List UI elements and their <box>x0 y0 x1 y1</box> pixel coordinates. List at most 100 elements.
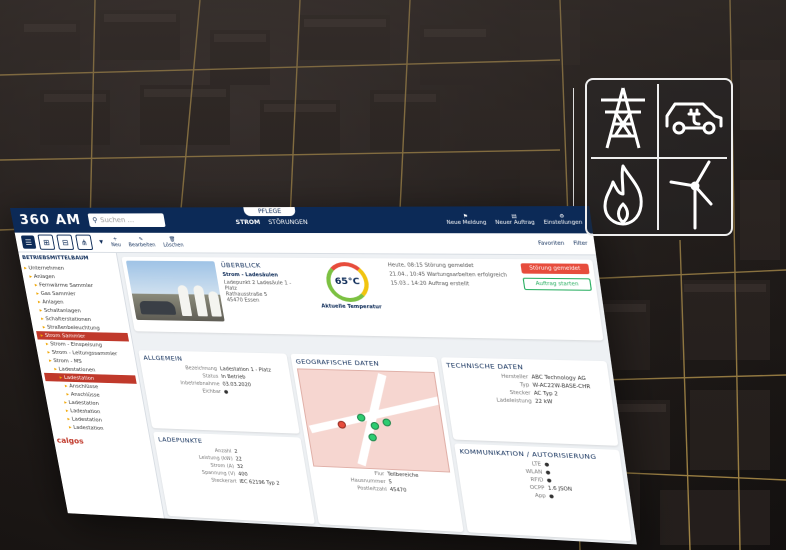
folder-icon: ▸ <box>40 332 44 339</box>
row-value: ABC Technology AG <box>531 374 587 382</box>
map-pin[interactable] <box>381 418 392 427</box>
flame-icon <box>603 164 643 226</box>
row-value: In Betrieb <box>220 373 246 381</box>
search-input[interactable]: ⚲ Suchen ... <box>87 213 166 227</box>
folder-icon: ▸ <box>40 315 45 322</box>
report-fault-button[interactable]: Störung gemeldet <box>520 263 590 275</box>
top-actions: ⚑ Neue Meldung ▤ Neuer Auftrag ⚙ Einstellun… <box>445 213 583 226</box>
folder-icon: ▸ <box>48 357 53 364</box>
new-report-button[interactable]: ⚑ Neue Meldung <box>445 214 487 226</box>
site-map[interactable] <box>296 368 451 473</box>
row-value: AC Typ 2 <box>533 390 559 398</box>
start-order-button[interactable]: Auftrag starten <box>522 277 592 291</box>
folder-icon: ▸ <box>59 374 63 381</box>
app-screen: 360 AM ⚲ Suchen ... PFLEGE STROM STÖRUNG… <box>10 206 637 545</box>
row-value: 32 <box>236 463 244 470</box>
folder-icon: ▸ <box>65 391 70 398</box>
favorites-button[interactable]: Favoriten <box>538 241 565 247</box>
row-key: Ladeleistung <box>496 397 533 405</box>
folder-icon: ▸ <box>28 273 33 280</box>
power-pylon-icon <box>601 87 645 149</box>
gauge-label: Aktuelle Temperatur <box>320 303 383 311</box>
tree-node-label: Unternehmen <box>28 265 65 272</box>
row-value: ● <box>543 461 550 468</box>
new-button[interactable]: + Neu <box>110 237 122 249</box>
folder-icon: ▸ <box>64 383 68 389</box>
folder-icon: ▸ <box>39 307 43 314</box>
general-card: ALLGEMEIN Bezeichnung Ladestation 1 - Pla… <box>138 349 300 434</box>
tree-node-label: Strom - Einspeisung <box>49 341 103 348</box>
folder-icon: ▸ <box>46 349 51 356</box>
tree-view-button[interactable]: ⊞ <box>37 234 56 250</box>
row-value: Teilbereiche <box>387 471 419 479</box>
folder-icon: ▸ <box>63 399 68 406</box>
tree-node-label: Anschlüsse <box>68 383 99 390</box>
tree-node-label: Gas Sammler <box>40 290 77 297</box>
settings-button[interactable]: ⚙ Einstellungen <box>542 213 582 226</box>
tree-node-label: Ladestation <box>63 374 95 382</box>
tab-pill[interactable]: PFLEGE <box>243 207 297 217</box>
map-pin[interactable] <box>367 433 378 442</box>
row-key: Typ <box>519 381 530 389</box>
tree-node-label: Anlagen <box>41 299 64 306</box>
filter-toggle[interactable]: Filter <box>573 241 588 247</box>
overview-title: ÜBERBLICK <box>220 261 262 270</box>
tree-header: BETRIEBSMITTELBAUM <box>21 255 90 262</box>
row-value: 45470 <box>389 486 407 494</box>
tree-node-label: Schaltanlagen <box>43 307 82 314</box>
edit-button[interactable]: ✎ Bearbeiten <box>127 237 156 249</box>
folder-icon: ▸ <box>65 407 69 414</box>
filter-icon: ▼ <box>98 239 104 246</box>
gauge-value: 65°C <box>334 276 361 288</box>
overview-name: Strom - Ladesäulen <box>222 272 279 279</box>
row-value: 22 <box>235 456 243 463</box>
row-value: 2 <box>233 448 238 455</box>
map-pin[interactable] <box>370 421 380 430</box>
tree-node-label: Straßenbeleuchtung <box>46 324 101 332</box>
general-title: ALLGEMEIN <box>142 353 183 363</box>
technical-title: TECHNISCHE DATEN <box>445 361 524 371</box>
hierarchy-icon: ⊟ <box>61 237 70 247</box>
row-value: 22 kW <box>534 398 554 405</box>
app-screen-wrap: 360 AM ⚲ Suchen ... PFLEGE STROM STÖRUNG… <box>10 198 637 545</box>
search-icon: ⚲ <box>91 216 99 225</box>
row-key: Postleitzahl <box>356 485 388 493</box>
tree-node-label: Anlagen <box>33 273 56 280</box>
tree-node-label: Ladestation <box>71 416 103 423</box>
wind-turbine-icon <box>669 160 713 230</box>
row-key: Hersteller <box>500 373 529 381</box>
utility-icon-panel <box>585 78 733 236</box>
new-order-button[interactable]: ▤ Neuer Auftrag <box>494 214 535 226</box>
tree-node-label: Fernwärme Sammler <box>38 282 94 289</box>
row-key: App <box>534 492 547 500</box>
search-placeholder: Suchen ... <box>99 216 135 225</box>
network-icon: ⋔ <box>80 237 89 247</box>
calgos-logo: calgos <box>56 436 85 446</box>
tab-strom[interactable]: STROM <box>235 219 261 226</box>
row-value: IEC 62196 Typ 2 <box>239 478 281 487</box>
delete-button[interactable]: 🗑 Löschen <box>162 237 184 249</box>
tree-node-label: Strom - MS <box>52 357 83 365</box>
address-line-1: Ladepunkt 2 Ladesäule 1 - Platz <box>223 279 292 292</box>
tree-node-label: Ladestation <box>69 408 101 415</box>
overview-card: ÜBERBLICK Strom - Ladesäulen Ladepunkt 2… <box>121 256 604 341</box>
settings-label: Einstellungen <box>543 219 583 227</box>
electric-car-icon <box>665 102 723 135</box>
list-view-button[interactable]: ☰ <box>20 235 37 249</box>
new-label: Neu <box>110 242 122 249</box>
tree-node-label: Ladestation <box>72 424 105 432</box>
row-key: Stecker <box>509 389 532 397</box>
tab-stoerungen[interactable]: STÖRUNGEN <box>268 219 309 226</box>
charging-station-photo <box>125 260 225 322</box>
tree-node-label: Schalterstationen <box>45 315 92 323</box>
row-value: ● <box>545 469 551 476</box>
network-view-button[interactable]: ⋔ <box>75 234 94 250</box>
filter-button[interactable]: ▼ <box>99 239 104 245</box>
row-value: ● <box>548 493 555 500</box>
tree-node-label: Anschlüsse <box>70 391 101 399</box>
delete-label: Löschen <box>162 242 185 249</box>
address-line-3: 45470 Essen <box>226 297 260 304</box>
detail-area: ÜBERBLICK Strom - Ladesäulen Ladepunkt 2… <box>117 253 637 545</box>
hierarchy-view-button[interactable]: ⊟ <box>56 234 75 250</box>
folder-icon: ▸ <box>37 299 42 305</box>
